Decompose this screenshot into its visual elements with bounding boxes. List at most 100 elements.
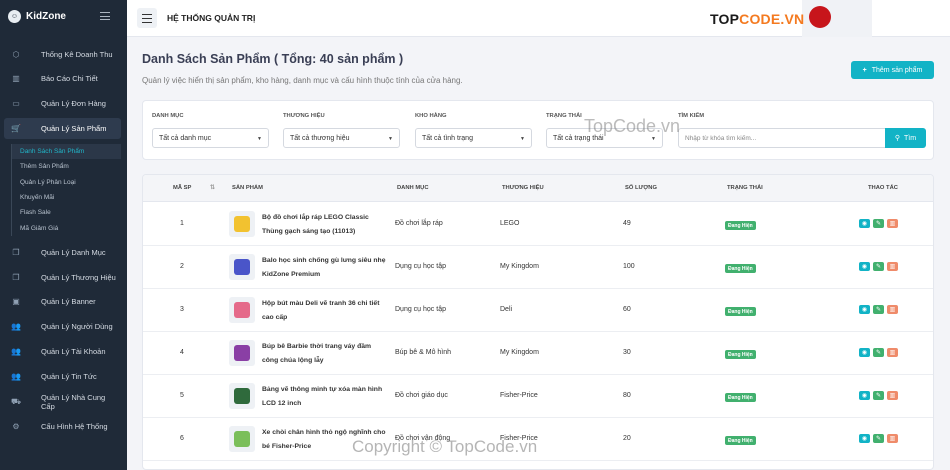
- sidebar-item-news[interactable]: 👥 Quản Lý Tin Tức: [4, 366, 121, 387]
- delete-icon[interactable]: ▥: [887, 219, 898, 228]
- stock-select[interactable]: Tất cả tình trạng ▼: [415, 128, 532, 148]
- product-brand: My Kingdom: [500, 263, 539, 270]
- product-quantity: 80: [623, 392, 631, 399]
- copy-icon: ❐: [12, 273, 20, 282]
- watermark-logo-text-b: CODE.VN: [739, 11, 805, 27]
- sidebar-item-brands[interactable]: ❐ Quản Lý Thương Hiệu: [4, 267, 121, 288]
- view-icon[interactable]: ◉: [859, 391, 870, 400]
- view-icon[interactable]: ◉: [859, 434, 870, 443]
- edit-icon[interactable]: ✎: [873, 434, 884, 443]
- submenu-classification[interactable]: Quản Lý Phân Loại: [12, 175, 121, 190]
- sidebar-item-suppliers[interactable]: ⛟ Quản Lý Nhà Cung Cấp: [4, 391, 121, 412]
- truck-icon: ⛟: [10, 396, 22, 406]
- sort-icon[interactable]: ⇅: [210, 185, 215, 191]
- plus-icon: +: [862, 66, 867, 74]
- delete-icon[interactable]: ▥: [887, 305, 898, 314]
- watermark-copyright: Copyright © TopCode.vn: [352, 437, 538, 456]
- product-id: 5: [180, 392, 184, 399]
- sidebar-item-orders[interactable]: ▭ Quản Lý Đơn Hàng: [4, 93, 121, 114]
- sidebar-item-label: Quản Lý Tin Tức: [41, 372, 97, 381]
- sidebar-item-products[interactable]: 🛒 Quản Lý Sản Phẩm: [4, 118, 121, 139]
- page-subtitle: Quản lý việc hiển thị sản phẩm, kho hàng…: [142, 76, 463, 85]
- product-name[interactable]: Balo học sinh chống gù lưng siêu nhẹ Kid…: [262, 254, 387, 282]
- watermark-logo-text-a: TOP: [710, 11, 740, 27]
- status-filter-label: TRẠNG THÁI: [546, 113, 582, 119]
- sidebar-item-reports[interactable]: ▥ Báo Cáo Chi Tiết: [4, 68, 121, 89]
- product-brand: LEGO: [500, 220, 520, 227]
- sidebar-item-users[interactable]: 👥 Quản Lý Người Dùng: [4, 316, 121, 337]
- product-thumbnail[interactable]: [229, 340, 255, 366]
- cube-icon: ⬡: [12, 50, 20, 59]
- product-quantity: 60: [623, 306, 631, 313]
- product-name[interactable]: Bộ đồ chơi lắp ráp LEGO Classic Thùng gạ…: [262, 211, 387, 239]
- product-id: 6: [180, 435, 184, 442]
- product-thumbnail[interactable]: [229, 426, 255, 452]
- view-icon[interactable]: ◉: [859, 219, 870, 228]
- row-actions: ◉ ✎ ▥: [859, 348, 898, 357]
- stock-filter-label: KHO HÀNG: [415, 113, 447, 119]
- caret-down-icon: ▼: [257, 136, 262, 142]
- col-status: TRẠNG THÁI: [727, 185, 763, 191]
- sidebar-item-categories[interactable]: ❐ Quản Lý Danh Mục: [4, 242, 121, 263]
- brand-logo-icon: ☺: [8, 10, 21, 23]
- row-actions: ◉ ✎ ▥: [859, 305, 898, 314]
- view-icon[interactable]: ◉: [859, 305, 870, 314]
- category-filter-label: DANH MỤC: [152, 113, 184, 119]
- sidebar-item-settings[interactable]: ⚙ Cấu Hình Hệ Thống: [4, 416, 121, 437]
- sidebar-toggle-icon[interactable]: [100, 12, 110, 20]
- product-name[interactable]: Búp bê Barbie thời trang váy đầm công ch…: [262, 340, 387, 368]
- delete-icon[interactable]: ▥: [887, 348, 898, 357]
- sidebar-item-revenue[interactable]: ⬡ Thống Kê Doanh Thu: [4, 44, 121, 65]
- product-quantity: 30: [623, 349, 631, 356]
- product-brand: Fisher-Price: [500, 392, 538, 399]
- view-icon[interactable]: ◉: [859, 348, 870, 357]
- delete-icon[interactable]: ▥: [887, 391, 898, 400]
- sidebar-item-label: Quản Lý Sản Phẩm: [41, 124, 107, 133]
- product-category: Đồ chơi lắp ráp: [395, 220, 443, 227]
- sidebar-item-banners[interactable]: ▣ Quản Lý Banner: [4, 291, 121, 312]
- category-select-value: Tất cả danh mục: [159, 134, 212, 142]
- product-category: Dụng cụ học tập: [395, 263, 446, 270]
- sidebar-item-label: Cấu Hình Hệ Thống: [41, 422, 108, 431]
- menu-icon[interactable]: [137, 8, 157, 28]
- search-button[interactable]: ⚲ Tìm: [885, 128, 926, 148]
- edit-icon[interactable]: ✎: [873, 262, 884, 271]
- edit-icon[interactable]: ✎: [873, 391, 884, 400]
- product-quantity: 100: [623, 263, 635, 270]
- submenu-discount-codes[interactable]: Mã Giảm Giá: [12, 220, 121, 235]
- product-name[interactable]: Bảng vẽ thông minh tự xóa màn hình LCD 1…: [262, 383, 387, 411]
- product-thumbnail[interactable]: [229, 383, 255, 409]
- status-badge: Đang Hiện: [725, 307, 756, 316]
- table-row: 2 Balo học sinh chống gù lưng siêu nhẹ Ki…: [143, 246, 933, 289]
- search-input[interactable]: Nhập từ khóa tìm kiếm...: [678, 128, 886, 148]
- category-select[interactable]: Tất cả danh mục ▼: [152, 128, 269, 148]
- sidebar-item-label: Quản Lý Thương Hiệu: [41, 273, 116, 282]
- sidebar-item-label: Quản Lý Đơn Hàng: [41, 99, 106, 108]
- status-badge: Đang Hiện: [725, 264, 756, 273]
- product-brand: My Kingdom: [500, 349, 539, 356]
- product-thumbnail[interactable]: [229, 254, 255, 280]
- product-id: 3: [180, 306, 184, 313]
- submenu-product-list[interactable]: Danh Sách Sản Phẩm: [12, 144, 121, 160]
- edit-icon[interactable]: ✎: [873, 348, 884, 357]
- table-header: MÃ SP ⇅ SẢN PHẨM DANH MỤC THƯƠNG HIỆU SỐ…: [143, 175, 933, 202]
- brand-select[interactable]: Tất cả thương hiệu ▼: [283, 128, 400, 148]
- sidebar-item-accounts[interactable]: 👥 Quản Lý Tài Khoản: [4, 341, 121, 362]
- edit-icon[interactable]: ✎: [873, 305, 884, 314]
- submenu-promotions[interactable]: Khuyến Mãi: [12, 190, 121, 205]
- submenu-add-product[interactable]: Thêm Sản Phẩm: [12, 159, 121, 174]
- product-thumbnail[interactable]: [229, 211, 255, 237]
- filter-panel: DANH MỤC Tất cả danh mục ▼ THƯƠNG HIỆU Tấ…: [142, 100, 934, 160]
- submenu-flash-sale[interactable]: Flash Sale: [12, 205, 121, 220]
- delete-icon[interactable]: ▥: [887, 434, 898, 443]
- add-product-button[interactable]: + Thêm sản phẩm: [851, 61, 934, 79]
- card-icon: ▭: [12, 99, 20, 108]
- edit-icon[interactable]: ✎: [873, 219, 884, 228]
- delete-icon[interactable]: ▥: [887, 262, 898, 271]
- product-name[interactable]: Hộp bút màu Deli vẽ tranh 36 chi tiết ca…: [262, 297, 387, 325]
- table-row: 6 Xe chòi chân hình thỏ ngộ nghĩnh cho bé…: [143, 418, 933, 461]
- col-quantity: SỐ LƯỢNG: [625, 185, 657, 191]
- view-icon[interactable]: ◉: [859, 262, 870, 271]
- row-actions: ◉ ✎ ▥: [859, 434, 898, 443]
- product-thumbnail[interactable]: [229, 297, 255, 323]
